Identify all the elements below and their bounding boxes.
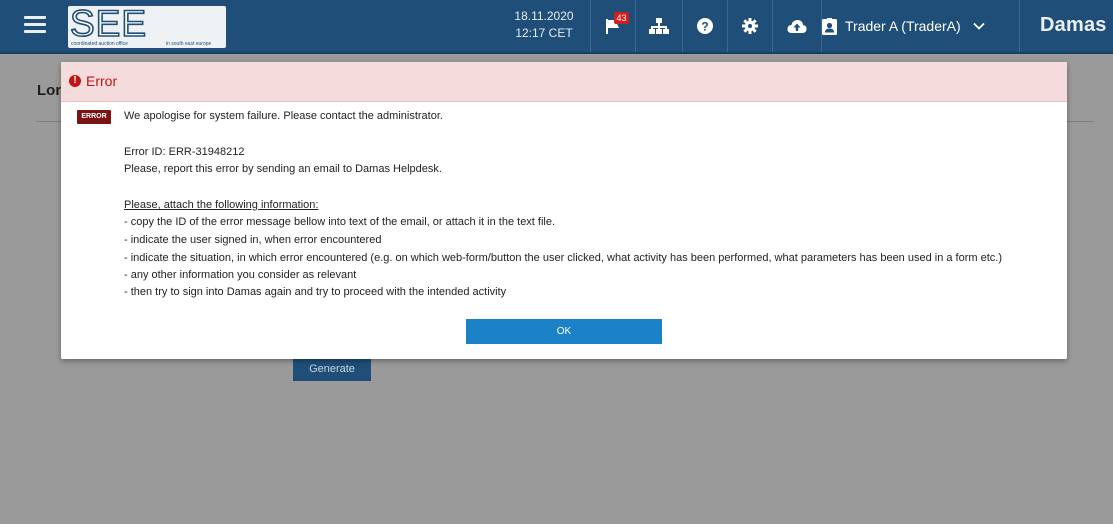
settings-button[interactable] [728,0,772,52]
user-badge-icon [822,17,837,35]
user-menu[interactable]: Trader A (TraderA) [822,0,1018,52]
divider [1019,0,1020,52]
error-tag: ERROR [77,110,111,124]
generate-button[interactable]: Generate [293,357,371,381]
dialog-header: ! Error [61,62,1067,102]
dialog-title: Error [86,73,118,89]
help-icon: ? [697,18,713,34]
top-bar: SEE CAO coordinated auction office in so… [0,0,1113,54]
chevron-down-icon [973,22,985,30]
time-text: 12:17 CET [515,26,573,40]
datetime: 18.11.2020 12:17 CET [498,8,590,42]
help-button[interactable]: ? [683,0,727,52]
instruction-line: - copy the ID of the error message bello… [124,216,556,228]
org-structure-button[interactable] [636,0,682,52]
error-id: Error ID: ERR-31948212 [124,146,245,158]
ok-button[interactable]: OK [466,319,662,344]
error-message: We apologise for system failure. Please … [124,110,443,122]
brand-name: Damas [1040,14,1107,36]
settings-icon [742,18,758,34]
instruction-line: - then try to sign into Damas again and … [124,286,507,298]
svg-text:?: ? [701,20,708,34]
notification-badge: 43 [614,12,629,24]
upload-button[interactable] [773,0,821,52]
date-text: 18.11.2020 [514,9,574,23]
logo: SEE CAO coordinated auction office in so… [68,6,226,48]
user-name: Trader A (TraderA) [845,18,961,34]
menu-icon[interactable] [24,16,46,34]
cloud-upload-icon [787,19,807,33]
instruction-line: - any other information you consider as … [124,269,357,281]
error-dialog: ! Error ERROR We apologise for system fa… [61,62,1067,359]
notifications-button[interactable] [591,0,635,52]
report-instruction: Please, report this error by sending an … [124,163,442,175]
logo-tagline-right: in south east europe [166,41,212,47]
instruction-line: - indicate the user signed in, when erro… [124,234,382,246]
exclamation-icon: ! [69,75,81,87]
instruction-line: - indicate the situation, in which error… [124,252,1003,264]
logo-tagline-left: coordinated auction office [71,41,128,47]
top-bar-divider [0,52,1113,54]
sitemap-icon [649,18,669,34]
attach-heading: Please, attach the following information… [124,199,319,211]
